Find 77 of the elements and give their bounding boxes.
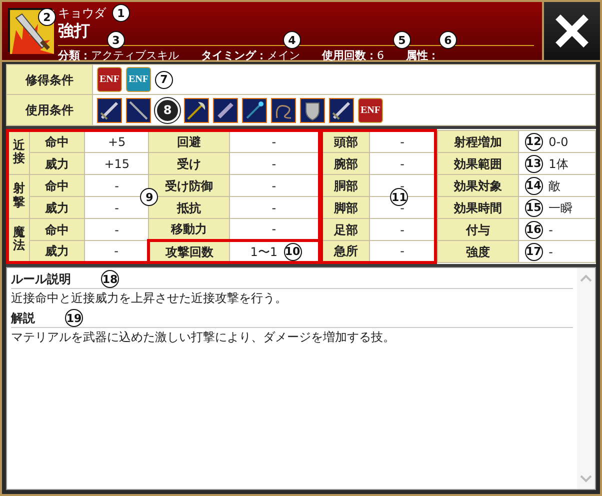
stat-label: 回避: [148, 130, 230, 152]
section-heading: 解説: [11, 310, 35, 326]
effect-value: 敵: [548, 178, 561, 194]
callout-number: 18: [101, 270, 119, 288]
callout-number: 12: [524, 132, 543, 150]
spear-icon: [126, 98, 151, 122]
callout-number: 13: [524, 154, 543, 172]
stat-label: 威力: [30, 152, 85, 174]
axe-icon: [184, 98, 209, 122]
effect-value: 0-0: [548, 134, 568, 150]
callout-number: 17: [524, 242, 543, 260]
body-part-label: 腕部: [322, 152, 370, 174]
callout-number: 11: [390, 188, 408, 206]
dagger-icon: [213, 98, 238, 122]
stat-label: 威力: [30, 240, 85, 262]
callout-number: 5: [393, 31, 411, 49]
callout-number: 4: [283, 31, 301, 49]
stat-label: 移動力: [148, 218, 230, 240]
scroll-down-icon: [580, 475, 592, 483]
meta-text: 分類：アクティブスキル: [58, 49, 179, 62]
effect-value: -: [548, 244, 553, 260]
description-text: マテリアルを武器に込めた激しい打撃により、ダメージを増加する技。: [11, 329, 396, 346]
callout-number: 19: [65, 309, 83, 327]
sword-icon: [97, 98, 122, 122]
callout-number: 7: [155, 70, 173, 88]
effect-label: 効果時間: [438, 196, 518, 218]
close-button[interactable]: [542, 2, 600, 60]
description-text: 近接命中と近接威力を上昇させた近接攻撃を行う。: [11, 290, 288, 307]
whip-icon: [271, 98, 296, 122]
stat-value: 1〜1: [250, 244, 278, 260]
stat-label: 受け: [148, 152, 230, 174]
body-part-label: 足部: [322, 218, 370, 240]
body-part-label: 胴部: [322, 174, 370, 196]
enf-badge: ENF: [126, 67, 151, 92]
meta-text: タイミング：メイン: [201, 49, 300, 62]
staff-icon: [242, 98, 267, 122]
callout-number: 8: [155, 98, 180, 122]
category-label: 射撃: [13, 182, 26, 209]
callout-number: 3: [107, 31, 125, 49]
condition-label: 修得条件: [7, 65, 93, 94]
section-heading: ルール説明: [11, 271, 71, 287]
effect-label: 効果範囲: [438, 152, 518, 174]
body-part-label: 脚部: [322, 196, 370, 218]
meta-text: 属性：: [406, 49, 439, 62]
sword-icon: [10, 10, 54, 54]
callout-number: 15: [524, 198, 543, 216]
condition-label: 使用条件: [7, 95, 93, 125]
shield-icon: [300, 98, 325, 122]
stat-label: 命中: [30, 130, 85, 152]
effect-value: 一瞬: [548, 200, 573, 216]
callout-number: 14: [524, 176, 543, 194]
skill-name: 強打: [58, 21, 90, 40]
enf-badge: ENF: [358, 98, 383, 122]
skill-reading: キョウダ: [58, 5, 106, 21]
callout-number: 2: [38, 8, 56, 26]
category-label: 近接: [13, 138, 26, 166]
stat-label: 命中: [30, 218, 85, 240]
body-part-label: 頭部: [322, 130, 370, 152]
effect-label: 射程増加: [438, 130, 518, 152]
callout-number: 9: [140, 188, 158, 206]
stat-label: 威力: [30, 196, 85, 218]
enf-badge: ENF: [97, 67, 122, 92]
callout-number: 1: [112, 4, 130, 22]
effect-label: 付与: [438, 218, 518, 240]
scroll-up-icon: [580, 274, 592, 282]
meta-text: 使用回数：6: [322, 49, 384, 62]
stat-label: 命中: [30, 174, 85, 196]
sword-icon: [329, 98, 354, 122]
callout-number: 6: [439, 31, 457, 49]
callout-number: 16: [524, 220, 543, 238]
effect-label: 強度: [438, 240, 518, 262]
body-part-label: 急所: [322, 240, 370, 262]
effect-value: 1体: [548, 156, 568, 172]
effect-label: 効果対象: [438, 174, 518, 196]
effect-value: -: [548, 222, 553, 238]
category-label: 魔法: [13, 226, 26, 252]
callout-number: 10: [284, 242, 302, 260]
